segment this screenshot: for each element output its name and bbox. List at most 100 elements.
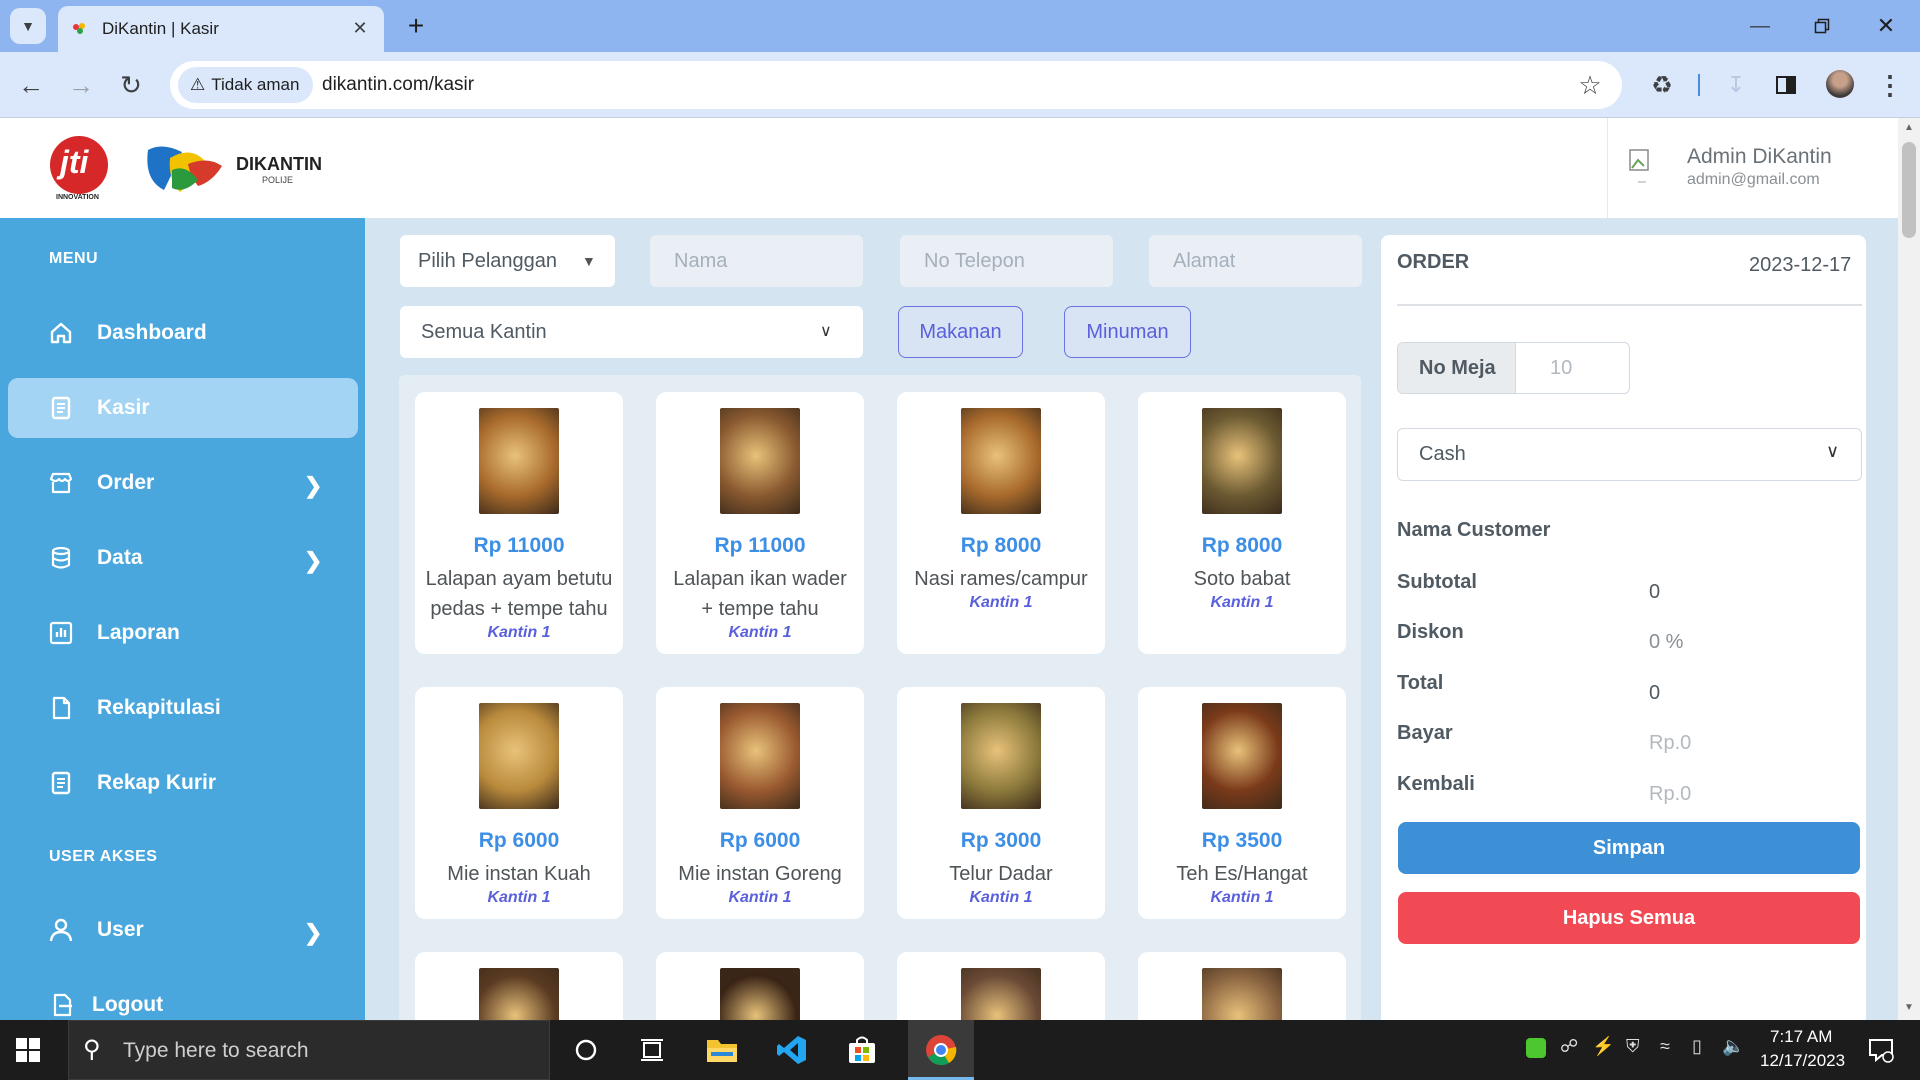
taskbar-date[interactable]: 12/17/2023 (1760, 1051, 1845, 1071)
product-image (720, 703, 800, 809)
sidebar-item-dashboard[interactable]: Dashboard (8, 303, 358, 363)
new-tab-icon[interactable]: + (398, 8, 434, 44)
tab-search-icon[interactable]: ▼ (10, 8, 46, 44)
side-panel-icon[interactable] (1768, 67, 1804, 103)
product-card[interactable]: Rp 11000 Lalapan ikan wader + tempe tahu K… (656, 392, 864, 654)
tray-network-share-icon[interactable]: ☍ (1560, 1036, 1578, 1057)
close-window-icon[interactable]: ✕ (1866, 8, 1906, 44)
sidebar-heading-menu: MENU (49, 250, 99, 267)
product-kantin: Kantin 1 (1210, 594, 1274, 611)
sidebar-item-user[interactable]: User ❯ (8, 900, 358, 960)
tray-battery-icon[interactable]: ▯ (1692, 1036, 1702, 1057)
tray-app-icon[interactable]: ⚡ (1592, 1036, 1614, 1057)
customer-name-input[interactable]: Nama (650, 235, 863, 287)
tray-volume-muted-icon[interactable]: 🔈 (1722, 1036, 1744, 1057)
jti-logo[interactable]: jti INNOVATION (48, 136, 112, 201)
sidebar-item-data[interactable]: Data ❯ (8, 528, 358, 588)
product-price: Rp 6000 (478, 829, 560, 852)
product-card[interactable]: Rp 8000 Nasi rames/campur Kantin 1 (897, 392, 1105, 654)
sidebar-item-logout[interactable]: Logout (8, 975, 358, 1020)
product-kantin: Kantin 1 (1210, 889, 1274, 906)
jti-logo-text: jti (60, 144, 89, 180)
filter-minuman-button[interactable]: Minuman (1064, 306, 1191, 358)
forward-icon[interactable]: → (62, 66, 100, 104)
close-tab-icon[interactable]: ✕ (348, 16, 372, 40)
restore-icon[interactable] (1802, 8, 1842, 44)
security-chip[interactable]: ⚠ Tidak aman (178, 67, 314, 103)
file-explorer-icon[interactable] (702, 1032, 742, 1068)
back-icon[interactable]: ← (12, 66, 50, 104)
dikantin-logo-mark[interactable] (142, 140, 226, 198)
product-card[interactable]: Rp 6000 Mie instan Goreng Kantin 1 (656, 687, 864, 919)
sidebar-item-kasir[interactable]: Kasir (8, 378, 358, 438)
product-price: Rp 11000 (473, 534, 565, 557)
sidebar-item-laporan[interactable]: Laporan (8, 603, 358, 663)
notification-center-icon[interactable] (1864, 1034, 1898, 1066)
sidebar-item-label: Laporan (97, 621, 180, 644)
save-button[interactable]: Simpan (1398, 822, 1860, 874)
browser-menu-icon[interactable]: ⋮ (1872, 67, 1908, 103)
product-image (1202, 703, 1282, 809)
kantin-select[interactable]: Semua Kantin ∨ (400, 306, 863, 358)
filter-makanan-button[interactable]: Makanan (898, 306, 1023, 358)
scrollbar-thumb[interactable] (1902, 142, 1916, 238)
task-view-icon[interactable] (634, 1032, 670, 1068)
customer-phone-input[interactable]: No Telepon (900, 235, 1113, 287)
windows-start-icon[interactable] (14, 1036, 42, 1064)
sidebar-item-rekapitulasi[interactable]: Rekapitulasi (8, 678, 358, 738)
product-card[interactable]: Rp 3500 Teh Es/Hangat Kantin 1 (1138, 687, 1346, 919)
extensions-icon[interactable]: ♻ (1644, 67, 1680, 103)
profile-avatar[interactable] (1826, 70, 1854, 98)
user-avatar[interactable] (1628, 146, 1656, 186)
tray-wifi-icon[interactable]: ≈ (1660, 1036, 1670, 1057)
product-kantin: Kantin 1 (728, 889, 792, 906)
home-icon (48, 320, 74, 346)
vscode-icon[interactable] (772, 1032, 812, 1068)
url-text[interactable]: dikantin.com/kasir (322, 74, 474, 96)
download-icon[interactable]: ↧ (1718, 67, 1754, 103)
chrome-icon[interactable] (914, 1032, 968, 1068)
product-price: Rp 6000 (719, 829, 801, 852)
address-bar[interactable]: ⚠ Tidak aman dikantin.com/kasir ☆ (170, 61, 1622, 109)
sidebar: MENU Dashboard Kasir Order ❯ Data ❯ Lapo… (0, 218, 365, 1020)
sidebar-item-label: Dashboard (97, 321, 207, 344)
name-placeholder: Nama (674, 250, 728, 272)
tray-app-green-icon[interactable] (1526, 1038, 1546, 1058)
page-scrollbar[interactable]: ▲ ▼ (1898, 118, 1920, 1020)
scroll-up-icon[interactable]: ▲ (1904, 122, 1914, 133)
product-price: Rp 3000 (960, 829, 1042, 852)
sidebar-item-order[interactable]: Order ❯ (8, 453, 358, 513)
sidebar-item-label: Data (97, 546, 143, 569)
change-label: Kembali (1397, 773, 1475, 795)
minimize-icon[interactable]: — (1740, 8, 1780, 44)
product-card[interactable]: Rp 8000 Soto babat Kantin 1 (1138, 392, 1346, 654)
bookmark-star-icon[interactable]: ☆ (1574, 69, 1606, 101)
customer-select[interactable]: Pilih Pelanggan ▼ (400, 235, 615, 287)
taskbar-time[interactable]: 7:17 AM (1770, 1027, 1832, 1047)
table-number-group: No Meja 10 (1397, 342, 1630, 394)
product-image (479, 703, 559, 809)
cortana-icon[interactable] (568, 1032, 604, 1068)
product-name: Telur Dadar (949, 863, 1053, 885)
browser-toolbar: ← → ↻ ⚠ Tidak aman dikantin.com/kasir ☆ ♻… (0, 52, 1920, 118)
customer-address-input[interactable]: Alamat (1149, 235, 1362, 287)
user-name[interactable]: Admin DiKantin (1687, 145, 1832, 169)
payment-method-select[interactable]: Cash ∨ (1397, 428, 1862, 481)
table-number-input[interactable]: 10 (1550, 357, 1572, 380)
chevron-right-icon: ❯ (304, 548, 323, 573)
product-card[interactable]: Rp 6000 Mie instan Kuah Kantin 1 (415, 687, 623, 919)
tray-shield-icon[interactable]: ⛨ (1626, 1036, 1640, 1057)
discount-value[interactable]: 0 % (1649, 631, 1683, 654)
pay-input[interactable]: Rp.0 (1649, 732, 1691, 755)
reload-icon[interactable]: ↻ (112, 66, 150, 104)
product-card[interactable]: Rp 11000 Lalapan ayam betutu pedas + temp… (415, 392, 623, 654)
user-area-divider (1607, 118, 1608, 218)
clear-all-button[interactable]: Hapus Semua (1398, 892, 1860, 944)
sidebar-item-rekap-kurir[interactable]: Rekap Kurir (8, 753, 358, 813)
product-card[interactable]: Rp 3000 Telur Dadar Kantin 1 (897, 687, 1105, 919)
microsoft-store-icon[interactable] (842, 1032, 882, 1068)
scroll-down-icon[interactable]: ▼ (1904, 1002, 1914, 1013)
browser-tab[interactable]: DiKantin | Kasir ✕ (58, 6, 384, 52)
taskbar-search-box[interactable]: ⚲ Type here to search (68, 1020, 550, 1080)
product-kantin: Kantin 1 (969, 594, 1033, 611)
